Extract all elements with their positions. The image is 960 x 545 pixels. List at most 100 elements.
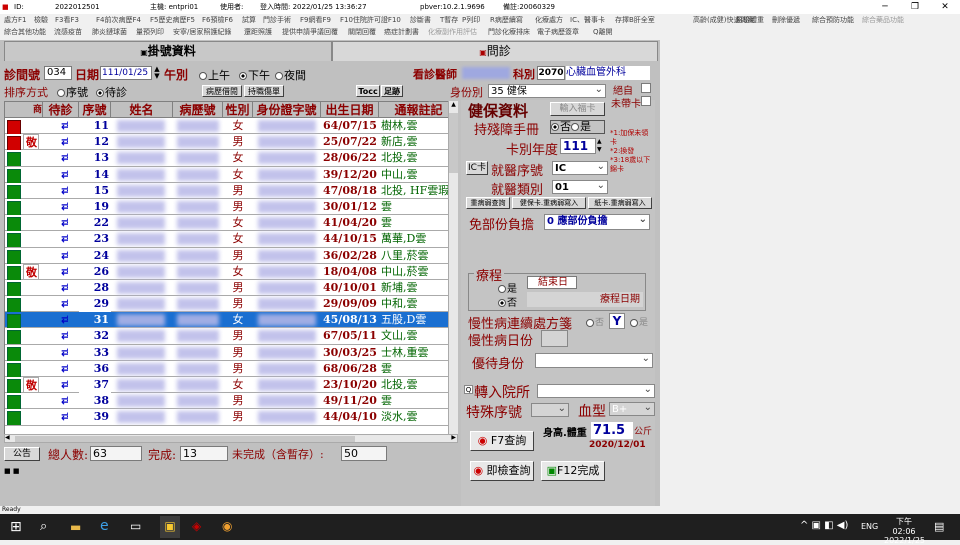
swap-arrows-icon[interactable]: ⇄ [43,328,79,344]
swap-arrows-icon[interactable]: ⇄ [43,183,79,199]
severe-write-button[interactable]: 健保卡.重病弱寫入 [512,197,586,209]
input-card-button[interactable]: 輸入福卡 [550,102,605,116]
chronic-y-input[interactable]: Y [609,313,625,329]
menu-item-6[interactable]: F6預檢F6 [202,14,233,26]
table-row[interactable]: ⇄ 36 男 68/06/28 雲 [5,361,457,377]
maximize-button[interactable]: ❐ [900,0,930,14]
menu-item-13[interactable]: P列印 [462,14,480,26]
his-app-icon[interactable]: ▣ [160,516,180,538]
blood-select[interactable]: B+ [609,401,655,416]
grid-header-8[interactable]: 出生日期 [321,102,379,118]
table-row[interactable]: ⇄ 24 男 36/02/28 八里,菸雲 [5,248,457,264]
chronic-day-input[interactable] [541,330,568,347]
chronic-no-radio[interactable]: 否 [586,315,604,328]
table-row[interactable]: 敬 ⇄ 12 男 25/07/22 新店,雲 [5,134,457,151]
card-year-input[interactable]: 111 [560,138,596,154]
menu-item-15[interactable]: 化療處方 [535,14,563,26]
close-button[interactable]: ✕ [930,0,960,14]
shift-pm-radio[interactable]: 下午 [239,67,270,83]
menu2-item-12[interactable]: 電子病歷簽章 [537,26,579,38]
menu-item-12[interactable]: T暫存 [440,14,458,26]
visit-no-input[interactable]: 034 [44,66,72,80]
table-row[interactable]: 敬 ⇄ 26 女 18/04/08 中山,菸雲 [5,263,457,280]
grid-header-4[interactable]: 姓名 [111,102,173,118]
swap-arrows-icon[interactable]: ⇄ [43,409,79,425]
grid-vscroll[interactable]: ▲ [448,101,458,436]
tab-schedule[interactable]: ▣掛號資料 [4,41,332,61]
menu-item-7[interactable]: 試算 [242,14,256,26]
card-year-spinner[interactable]: ▲ ▼ [597,138,605,154]
swap-arrows-icon[interactable]: ⇄ [43,312,79,328]
table-row[interactable]: ⇄ 22 女 41/04/20 雲 [5,215,457,232]
menu-item-22[interactable]: 綜合藥品功能 [862,14,904,26]
table-row[interactable]: ⇄ 31 女 45/08/13 五股,D雲 [5,312,457,329]
menu2-item-1[interactable]: 綜合其他功能 [4,26,46,38]
menu-item-5[interactable]: F5歷史病歷F5 [150,14,195,26]
swap-arrows-icon[interactable]: ⇄ [43,264,79,280]
menu-item-21[interactable]: 綜合預防功能 [812,14,854,26]
menu2-item-4[interactable]: 量預列印 [136,26,164,38]
table-row[interactable]: ⇄ 33 男 30/03/25 士林,重雲 [5,345,457,361]
start-icon[interactable]: ⊞ [10,519,22,535]
menu-item-1[interactable]: 處方F1 [4,14,26,26]
menu-item-17[interactable]: 存擇B肝全室 [615,14,655,26]
menu2-item-11[interactable]: 門診化療排床 [488,26,530,38]
no-card-checkbox[interactable] [641,96,651,106]
course-date-input[interactable]: 療程日期 [527,292,643,307]
table-row[interactable]: ⇄ 38 男 49/11/20 雲 [5,393,457,410]
dept-code[interactable]: 2070 [537,66,565,80]
pdf-app-icon[interactable]: ◈ [192,519,201,533]
visit-seq-select[interactable]: IC [552,160,608,175]
table-row[interactable]: ⇄ 14 女 39/12/20 中山,雲 [5,167,457,183]
menu-item-19[interactable]: 惡檢體重 [736,14,764,26]
identity-select[interactable]: 35 健保 [488,83,606,98]
course-yes-radio[interactable]: 是 [498,280,517,295]
transfer-q-icon[interactable]: Q [464,385,473,394]
menu-item-4[interactable]: F4前次病歷F4 [96,14,141,26]
height-value[interactable]: 71.5 [591,422,633,439]
sick-note-button[interactable]: 持職傷單 [244,85,284,97]
grid-header-3[interactable]: 序號 [79,102,111,118]
menu2-item-5[interactable]: 安寧/居家照護紀錄 [173,26,231,38]
grid-header-9[interactable]: 通報註記 [379,102,457,118]
date-input[interactable]: 111/01/25 [100,66,152,80]
grid-header-2[interactable]: 待診 [43,102,79,118]
grid-header-5[interactable]: 病歷號 [173,102,223,118]
shift-night-radio[interactable]: 夜間 [275,67,306,83]
swap-arrows-icon[interactable]: ⇄ [43,280,79,296]
copay-select[interactable]: 0 應部份負擔 [544,213,650,230]
table-row[interactable]: ⇄ 23 女 44/10/15 萬華,D雲 [5,231,457,248]
date-spinner[interactable]: ▲ ▼ [152,66,162,80]
tab-consult[interactable]: ▣問診 [332,41,658,61]
terminal-icon[interactable]: ▭ [130,519,141,533]
tocc-button[interactable]: Tocc [356,85,380,97]
disability-radio-group[interactable]: 否是 [550,120,605,134]
scroll-thumb[interactable] [449,113,458,173]
table-row[interactable]: ⇄ 32 男 67/05/11 文山,雲 [5,328,457,345]
paper-write-button[interactable]: 紙卡.重病弱寫入 [588,197,652,209]
table-row[interactable]: ⇄ 28 男 40/10/01 新埔,雲 [5,280,457,297]
cert-checkbox[interactable] [641,83,651,93]
ic-card-button[interactable]: IC卡 [466,161,488,175]
menu2-item-2[interactable]: 流感疫苗 [54,26,82,38]
swap-arrows-icon[interactable]: ⇄ [43,215,79,231]
menu-item-8[interactable]: 門診手術 [263,14,291,26]
footprint-button[interactable]: 足跡 [381,85,403,97]
swap-arrows-icon[interactable]: ⇄ [43,150,79,166]
patient-grid[interactable]: 商待診 序號 姓名 病歷號 性別 身份證字號 出生日期 通報註記 ⇄ 11 女 64/07/15 樹林… [4,101,458,436]
table-row[interactable]: 敬 ⇄ 37 女 23/10/20 北投,雲 [5,377,457,394]
table-row[interactable]: ⇄ 19 男 30/01/12 雲 [5,199,457,216]
notice-button[interactable]: 公告 [4,447,40,461]
scroll-left-icon[interactable]: ◀ [5,434,10,441]
swap-arrows-icon[interactable]: ⇄ [43,231,79,247]
menu2-item-3[interactable]: 肺炎鏈球菌 [92,26,127,38]
scroll-up-icon[interactable]: ▲ [449,101,458,111]
search-icon[interactable]: ⌕ [40,519,47,534]
chrome-icon[interactable]: ◉ [222,519,232,533]
file-explorer-icon[interactable]: ▬ [70,520,81,534]
notification-icon[interactable]: ▤ [934,520,944,533]
swap-arrows-icon[interactable]: ⇄ [43,248,79,264]
scroll-right-icon[interactable]: ▶ [451,434,456,441]
transfer-select[interactable] [537,383,655,398]
visit-type-select[interactable]: 01 [552,179,608,194]
